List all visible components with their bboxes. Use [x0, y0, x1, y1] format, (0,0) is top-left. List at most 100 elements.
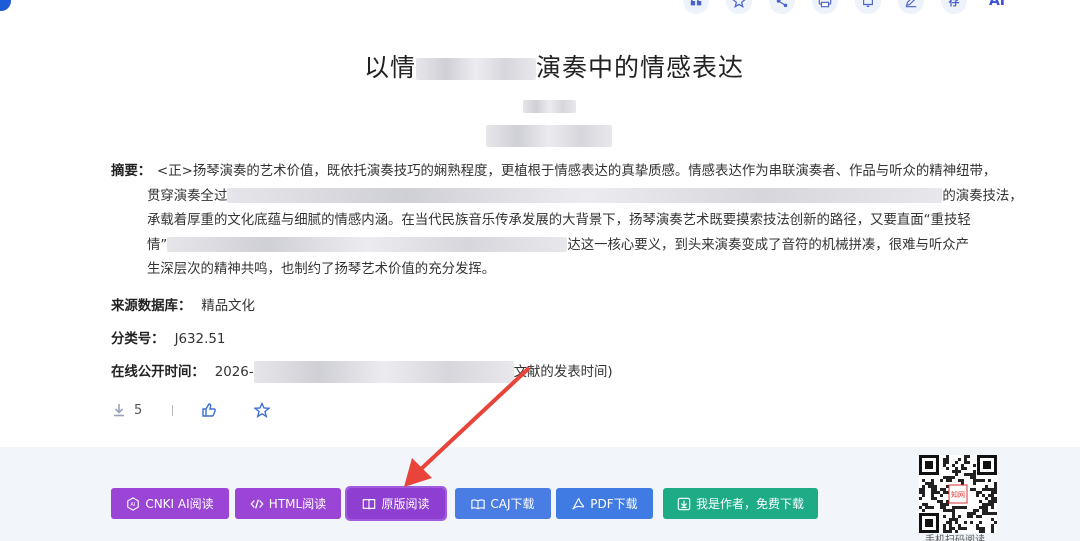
qr-module [919, 506, 922, 509]
qr-module [973, 509, 976, 512]
qr-module [994, 491, 997, 494]
qr-module [955, 506, 958, 509]
quote-icon[interactable] [683, 0, 709, 14]
abstract-section: 摘要： <正>扬琴演奏的艺术价值，既依托演奏技巧的娴熟程度，更植根于情感表达的真… [111, 160, 1023, 277]
pdf-download-label: PDF下载 [590, 497, 638, 511]
qr-code: 知网 [919, 455, 997, 533]
qr-module [952, 509, 955, 512]
qr-module [955, 470, 958, 473]
qr-module [940, 494, 943, 497]
qr-module [964, 461, 967, 464]
abstract-line-4-start: 情” [147, 237, 168, 253]
qr-module [922, 509, 925, 512]
abstract-line-4: 情” 达这一核心要义，到头来演奏变成了音符的机械拼凑，很难与听众产 [147, 234, 1017, 259]
qr-module [949, 524, 952, 527]
like-icon[interactable] [201, 402, 217, 418]
qr-module [925, 482, 928, 485]
redacted-abstract-part [227, 188, 943, 203]
edit-icon[interactable] [898, 0, 924, 14]
qr-module [967, 515, 970, 518]
abstract-line-5: 生深层次的精神共鸣，也制约了扬琴艺术价值的充分发挥。 [147, 262, 496, 277]
favorite-star-icon[interactable] [254, 402, 271, 418]
qr-module [976, 479, 979, 482]
qr-module [958, 470, 961, 473]
qr-module [979, 506, 982, 509]
qr-module [940, 503, 943, 506]
qr-module [943, 464, 946, 467]
qr-module [943, 506, 946, 509]
qr-module [988, 494, 991, 497]
qr-module [955, 518, 958, 521]
caj-download-button[interactable]: CAJ下载 [455, 488, 551, 519]
qr-module [958, 506, 961, 509]
qr-module [991, 518, 994, 521]
qr-module [931, 494, 934, 497]
share-icon[interactable] [769, 0, 795, 14]
qr-module [931, 497, 934, 500]
abstract-line-2-start: 贯穿演奏全过 [147, 188, 228, 204]
qr-module [919, 497, 922, 500]
qr-module [982, 503, 985, 506]
source-label: 来源数据库： [111, 299, 192, 314]
qr-module [940, 506, 943, 509]
qr-module [937, 491, 940, 494]
star-icon[interactable] [726, 0, 752, 14]
qr-module [985, 503, 988, 506]
qr-module [982, 506, 985, 509]
app-logo[interactable] [0, 0, 11, 11]
print-icon[interactable] [812, 0, 838, 14]
qr-module [943, 530, 946, 533]
qr-module [964, 506, 967, 509]
qr-module [991, 530, 994, 533]
qr-module [982, 488, 985, 491]
qr-caption: 手机扫码阅读 [925, 535, 985, 541]
qr-module [967, 455, 970, 458]
title-prefix: 以情 [363, 53, 416, 82]
qr-module [964, 458, 967, 461]
qr-module [943, 515, 946, 518]
qr-module [982, 494, 985, 497]
bell-icon[interactable] [855, 0, 881, 14]
class-value: J632.51 [174, 332, 226, 347]
abstract-line-2-end: 的演奏技法， [942, 188, 1023, 204]
qr-module [970, 512, 973, 515]
qr-module [979, 530, 982, 533]
qr-module [973, 488, 976, 491]
qr-module [982, 509, 985, 512]
qr-module [946, 476, 949, 479]
qr-module [991, 500, 994, 503]
author-free-download-button[interactable]: 我是作者，免费下载 [663, 488, 818, 519]
abstract-line-2: 贯穿演奏全过 的演奏技法， [147, 185, 1023, 210]
ai-icon[interactable]: AI [984, 0, 1010, 14]
pdf-download-button[interactable]: PDF下载 [556, 488, 653, 519]
qr-module [922, 488, 925, 491]
online-publish-time: 在线公开时间： 2026- 文献的发表时间) [111, 360, 613, 383]
qr-module [949, 521, 952, 524]
qr-module [952, 518, 955, 521]
original-read-button[interactable]: 原版阅读 [345, 486, 447, 521]
pdf-icon [572, 497, 585, 510]
qr-module [946, 521, 949, 524]
cnki-ai-read-button[interactable]: AI CNKI AI阅读 [111, 488, 229, 519]
qr-module [931, 482, 934, 485]
qr-module [949, 530, 952, 533]
open-book-icon [471, 498, 486, 509]
qr-module [955, 461, 958, 464]
qr-module [940, 479, 943, 482]
qr-module [931, 479, 934, 482]
qr-module [979, 479, 982, 482]
qr-module [964, 455, 967, 458]
article-title: 以情 演奏中的情感表达 [0, 48, 1080, 84]
qr-module [991, 491, 994, 494]
qr-module [979, 500, 982, 503]
html-read-button[interactable]: HTML阅读 [235, 488, 341, 519]
qr-module [931, 485, 934, 488]
classification-number: 分类号： J632.51 [111, 327, 225, 347]
redacted-author [523, 100, 576, 113]
qr-module [982, 512, 985, 515]
qr-module [994, 500, 997, 503]
svg-text:AI: AI [131, 502, 137, 508]
download-count-icon [111, 402, 127, 418]
save-icon[interactable]: 存 [941, 0, 967, 14]
qr-module [946, 509, 949, 512]
